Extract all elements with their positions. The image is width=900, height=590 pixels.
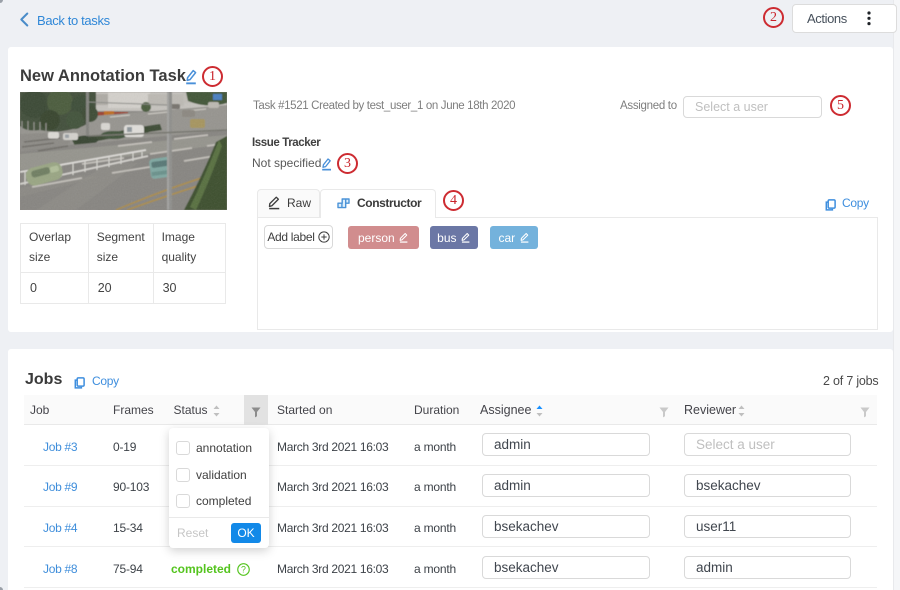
svg-text:?: ? [241, 565, 246, 575]
